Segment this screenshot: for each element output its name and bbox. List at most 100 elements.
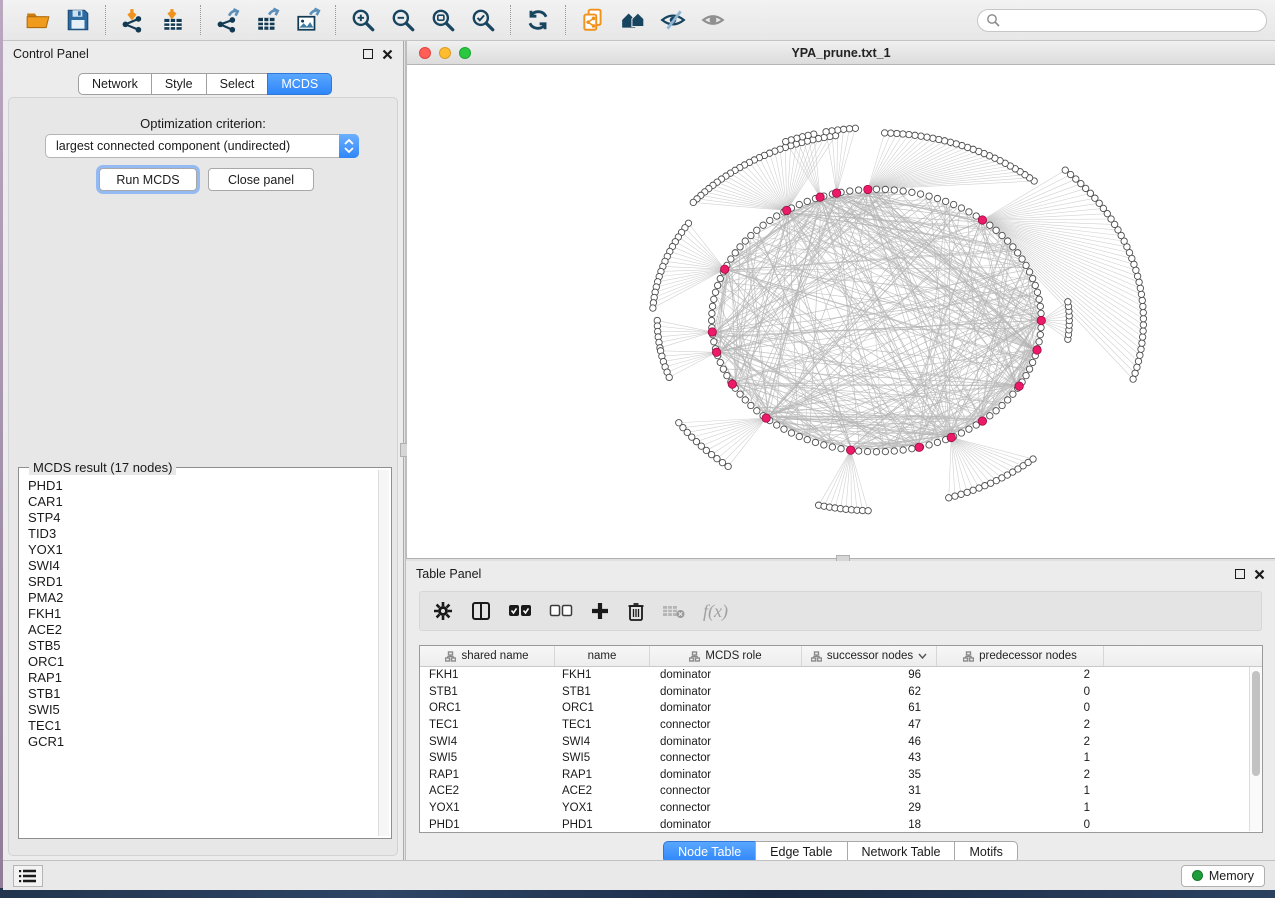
- scrollbar-thumb[interactable]: [1252, 671, 1260, 776]
- show-all-button[interactable]: [698, 5, 728, 35]
- mcds-result-item[interactable]: STB5: [28, 638, 377, 654]
- table-cell[interactable]: RAP1: [555, 769, 650, 781]
- refresh-view-button[interactable]: [523, 5, 553, 35]
- table-cell[interactable]: dominator: [650, 702, 802, 714]
- table-cell[interactable]: RAP1: [420, 769, 555, 781]
- table-cell[interactable]: 1: [937, 785, 1104, 797]
- table-cell[interactable]: connector: [650, 719, 802, 731]
- table-cell[interactable]: PHD1: [420, 819, 555, 831]
- table-cell[interactable]: ACE2: [555, 785, 650, 797]
- table-cell[interactable]: 2: [937, 719, 1104, 731]
- zoom-in-button[interactable]: [348, 5, 378, 35]
- export-table-button[interactable]: [253, 5, 283, 35]
- table-cell[interactable]: YOX1: [555, 802, 650, 814]
- mcds-result-item[interactable]: GCR1: [28, 734, 377, 750]
- table-row[interactable]: YOX1YOX1connector291: [420, 800, 1249, 817]
- table-row[interactable]: SWI5SWI5connector431: [420, 750, 1249, 767]
- table-row[interactable]: FKH1FKH1dominator962: [420, 667, 1249, 684]
- mcds-result-item[interactable]: SRD1: [28, 574, 377, 590]
- table-cell[interactable]: SWI5: [420, 752, 555, 764]
- search-input[interactable]: [977, 9, 1267, 32]
- table-cell[interactable]: 43: [802, 752, 937, 764]
- table-cell[interactable]: 2: [937, 769, 1104, 781]
- mcds-result-item[interactable]: PHD1: [28, 478, 377, 494]
- mcds-result-item[interactable]: PMA2: [28, 590, 377, 606]
- column-header-predecessor-nodes[interactable]: predecessor nodes: [937, 646, 1104, 666]
- table-cell[interactable]: 2: [937, 669, 1104, 681]
- table-cell[interactable]: 0: [937, 819, 1104, 831]
- mcds-result-item[interactable]: TEC1: [28, 718, 377, 734]
- run-mcds-button[interactable]: Run MCDS: [99, 168, 197, 191]
- zoom-out-button[interactable]: [388, 5, 418, 35]
- optimization-criterion-select[interactable]: largest connected component (undirected): [45, 134, 359, 158]
- function-builder-button[interactable]: f(x): [703, 601, 728, 622]
- table-cell[interactable]: 0: [937, 702, 1104, 714]
- network-canvas[interactable]: [407, 65, 1275, 558]
- delete-table-button[interactable]: [662, 603, 686, 619]
- table-cell[interactable]: ACE2: [420, 785, 555, 797]
- float-panel-icon[interactable]: [363, 49, 373, 59]
- task-history-button[interactable]: [13, 865, 43, 887]
- close-panel-button[interactable]: Close panel: [208, 168, 314, 191]
- table-cell[interactable]: dominator: [650, 669, 802, 681]
- table-vertical-scrollbar[interactable]: [1249, 667, 1262, 831]
- table-cell[interactable]: SWI5: [555, 752, 650, 764]
- import-table-button[interactable]: [158, 5, 188, 35]
- table-row[interactable]: ORC1ORC1dominator610: [420, 700, 1249, 717]
- export-network-button[interactable]: [213, 5, 243, 35]
- table-row[interactable]: PHD1PHD1dominator180: [420, 816, 1249, 832]
- zoom-selected-button[interactable]: [468, 5, 498, 35]
- table-cell[interactable]: connector: [650, 785, 802, 797]
- column-header-successor-nodes[interactable]: successor nodes: [802, 646, 937, 666]
- tab-network[interactable]: Network: [78, 73, 151, 95]
- table-cell[interactable]: 96: [802, 669, 937, 681]
- table-cell[interactable]: TEC1: [555, 719, 650, 731]
- table-row[interactable]: STB1STB1dominator620: [420, 684, 1249, 701]
- zoom-fit-button[interactable]: [428, 5, 458, 35]
- table-cell[interactable]: 1: [937, 802, 1104, 814]
- column-header-name[interactable]: name: [555, 646, 650, 666]
- table-row[interactable]: TEC1TEC1connector472: [420, 717, 1249, 734]
- mcds-result-item[interactable]: RAP1: [28, 670, 377, 686]
- table-row[interactable]: RAP1RAP1dominator352: [420, 767, 1249, 784]
- result-list-scrollbar[interactable]: [378, 470, 389, 836]
- mcds-result-list[interactable]: PHD1CAR1STP4TID3YOX1SWI4SRD1PMA2FKH1ACE2…: [21, 470, 377, 836]
- table-cell[interactable]: TEC1: [420, 719, 555, 731]
- table-cell[interactable]: 2: [937, 736, 1104, 748]
- table-cell[interactable]: SWI4: [420, 736, 555, 748]
- table-cell[interactable]: 0: [937, 686, 1104, 698]
- table-cell[interactable]: 47: [802, 719, 937, 731]
- table-cell[interactable]: ORC1: [555, 702, 650, 714]
- table-cell[interactable]: dominator: [650, 686, 802, 698]
- mcds-result-item[interactable]: YOX1: [28, 542, 377, 558]
- table-cell[interactable]: dominator: [650, 819, 802, 831]
- tab-select[interactable]: Select: [206, 73, 268, 95]
- table-row[interactable]: SWI4SWI4dominator462: [420, 733, 1249, 750]
- table-cell[interactable]: STB1: [555, 686, 650, 698]
- mcds-result-item[interactable]: ACE2: [28, 622, 377, 638]
- mcds-result-item[interactable]: ORC1: [28, 654, 377, 670]
- table-cell[interactable]: 31: [802, 785, 937, 797]
- table-cell[interactable]: FKH1: [555, 669, 650, 681]
- table-cell[interactable]: FKH1: [420, 669, 555, 681]
- first-neighbors-button[interactable]: [618, 5, 648, 35]
- table-cell[interactable]: PHD1: [555, 819, 650, 831]
- node-table-body[interactable]: FKH1FKH1dominator962STB1STB1dominator620…: [420, 667, 1249, 832]
- show-columns-button[interactable]: [471, 601, 491, 621]
- deselect-all-button[interactable]: [549, 604, 573, 618]
- mcds-result-item[interactable]: SWI5: [28, 702, 377, 718]
- add-row-button[interactable]: [590, 601, 610, 621]
- table-cell[interactable]: 35: [802, 769, 937, 781]
- table-cell[interactable]: dominator: [650, 736, 802, 748]
- delete-rows-button[interactable]: [627, 601, 645, 621]
- table-row[interactable]: ACE2ACE2connector311: [420, 783, 1249, 800]
- memory-button[interactable]: Memory: [1181, 865, 1265, 887]
- table-cell[interactable]: ORC1: [420, 702, 555, 714]
- table-cell[interactable]: 46: [802, 736, 937, 748]
- hide-selected-button[interactable]: [658, 5, 688, 35]
- table-cell[interactable]: 61: [802, 702, 937, 714]
- table-cell[interactable]: YOX1: [420, 802, 555, 814]
- table-cell[interactable]: SWI4: [555, 736, 650, 748]
- tab-style[interactable]: Style: [151, 73, 206, 95]
- table-cell[interactable]: connector: [650, 802, 802, 814]
